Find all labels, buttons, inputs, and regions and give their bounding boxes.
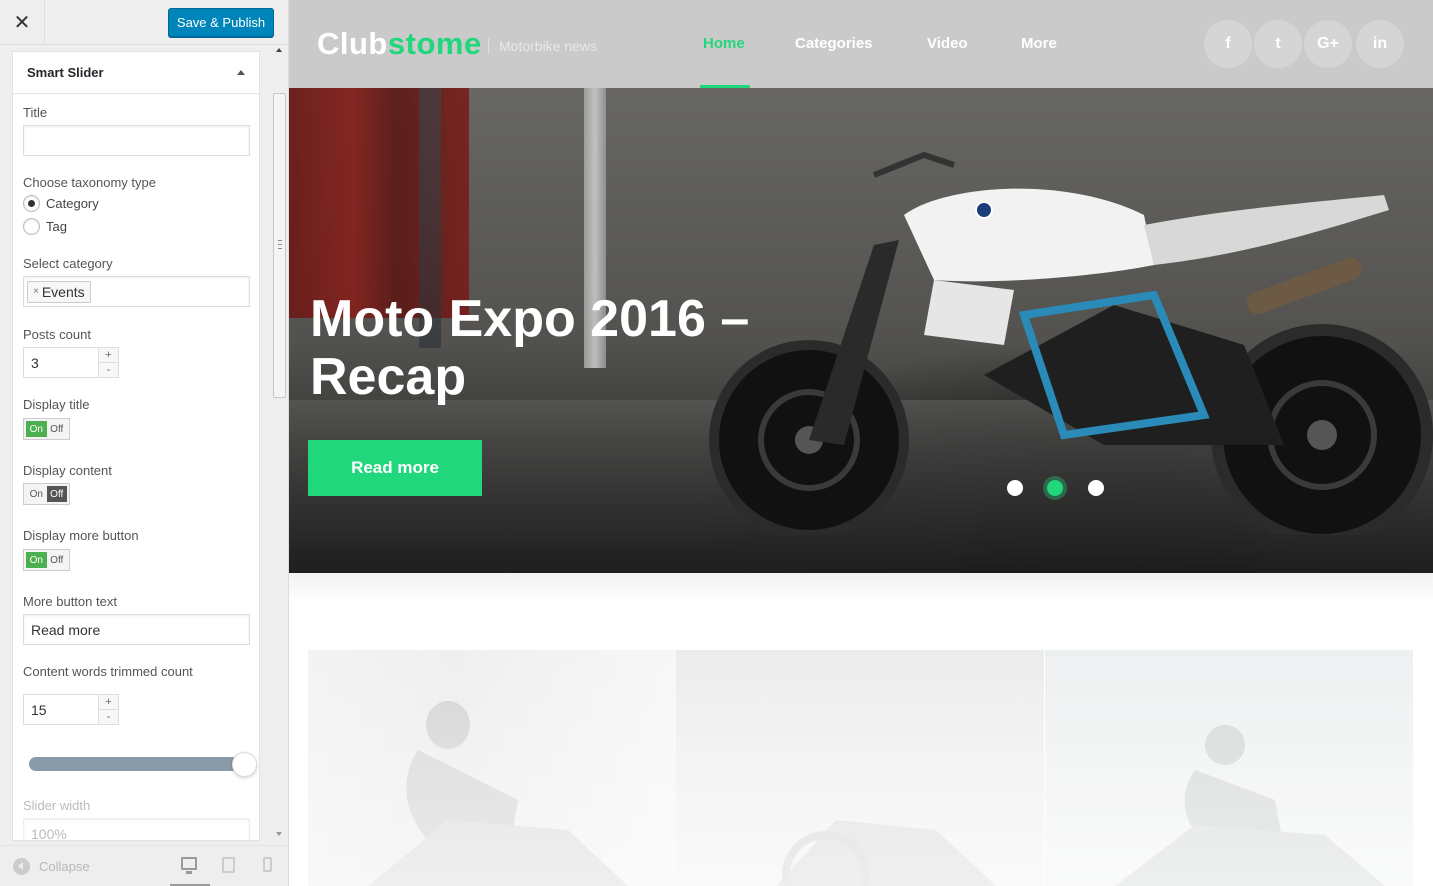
more-text-label: More button text (23, 594, 117, 609)
title-input[interactable] (23, 125, 250, 156)
logo-text-2: stome (387, 26, 482, 61)
decrement-button[interactable]: - (99, 363, 118, 377)
toggle-on-label: On (26, 552, 47, 568)
desktop-preview-icon[interactable] (181, 857, 197, 874)
category-tag[interactable]: × Events (27, 280, 91, 303)
posts-count-label: Posts count (23, 327, 91, 342)
display-title-toggle[interactable]: On Off (23, 418, 70, 440)
site-tagline: Motorbike news (488, 38, 597, 54)
display-content-toggle[interactable]: On Off (23, 483, 70, 505)
twitter-icon[interactable]: t (1254, 20, 1302, 68)
card-overlay (308, 650, 676, 886)
slider-width-input[interactable]: 100% (23, 818, 250, 840)
customizer-header: ✕ Save & Publish (0, 0, 288, 45)
display-content-label: Display content (23, 463, 112, 478)
trim-value[interactable]: 15 (24, 695, 98, 724)
background-wall (289, 88, 469, 318)
panel-title: Smart Slider (27, 65, 104, 80)
category-select[interactable]: × Events (23, 276, 250, 307)
taxonomy-label: Choose taxonomy type (23, 175, 156, 190)
grip-icon (278, 240, 282, 249)
linkedin-icon[interactable]: in (1356, 20, 1404, 68)
collapse-label: Collapse (39, 859, 90, 874)
slider-dot-1[interactable] (1007, 480, 1023, 496)
hero-title[interactable]: Moto Expo 2016 – Recap (310, 290, 830, 406)
read-more-button[interactable]: Read more (308, 440, 482, 496)
increment-button[interactable]: + (99, 695, 118, 710)
customizer-footer: Collapse (0, 845, 288, 886)
radio-tag[interactable]: Tag (23, 218, 67, 235)
toggle-off-label: Off (50, 554, 64, 566)
toggle-on-label: On (29, 488, 43, 500)
display-title-label: Display title (23, 397, 90, 412)
range-slider-track[interactable] (29, 757, 239, 771)
nav-more[interactable]: More (1021, 35, 1057, 52)
nav-home[interactable]: Home (703, 35, 745, 52)
collapse-arrow-icon (13, 858, 30, 875)
radio-unchecked-icon[interactable] (23, 218, 40, 235)
category-tag-label: Events (41, 283, 85, 300)
logo-text-1: Club (317, 26, 388, 61)
nav-active-indicator (700, 85, 750, 88)
card-overlay (1045, 650, 1413, 886)
toggle-off-label: Off (46, 486, 67, 502)
posts-count-stepper[interactable]: 3 + - (23, 347, 119, 378)
increment-button[interactable]: + (99, 348, 118, 363)
nav-video[interactable]: Video (927, 35, 968, 52)
google-plus-icon[interactable]: G+ (1304, 20, 1352, 68)
smart-slider-panel: Smart Slider Title Choose taxonomy type … (12, 51, 260, 841)
trim-label: Content words trimmed count (23, 664, 193, 679)
post-card[interactable] (1045, 650, 1413, 886)
display-more-toggle[interactable]: On Off (23, 549, 70, 571)
display-more-label: Display more button (23, 528, 139, 543)
site-logo[interactable]: Clubstome (317, 26, 482, 62)
toggle-on-label: On (26, 421, 47, 437)
radio-category[interactable]: Category (23, 195, 99, 212)
toggle-off-label: Off (50, 423, 64, 435)
remove-tag-icon[interactable]: × (33, 286, 39, 297)
panel-header[interactable]: Smart Slider (13, 52, 259, 94)
radio-checked-icon[interactable] (23, 195, 40, 212)
site-header: Clubstome Motorbike news Home Categories… (289, 0, 1433, 88)
post-card[interactable] (676, 650, 1044, 886)
nav-categories[interactable]: Categories (795, 35, 873, 52)
more-text-input[interactable]: Read more (23, 614, 250, 645)
radio-category-label: Category (46, 196, 99, 211)
scroll-down-arrow-icon[interactable] (276, 832, 282, 836)
site-preview: Clubstome Motorbike news Home Categories… (289, 0, 1433, 886)
save-publish-button[interactable]: Save & Publish (168, 8, 274, 37)
trim-stepper[interactable]: 15 + - (23, 694, 119, 725)
scroll-up-arrow-icon[interactable] (276, 48, 282, 52)
caret-up-icon[interactable] (237, 70, 245, 75)
radio-tag-label: Tag (46, 219, 67, 234)
tablet-preview-icon[interactable] (222, 857, 235, 873)
hero-shadow (289, 573, 1433, 603)
slider-width-label: Slider width (23, 798, 91, 813)
facebook-icon[interactable]: f (1204, 20, 1252, 68)
slider-dot-2[interactable] (1047, 480, 1063, 496)
customizer-sidebar: ✕ Save & Publish Smart Slider Title Choo… (0, 0, 289, 886)
collapse-button[interactable]: Collapse (13, 858, 90, 875)
mobile-preview-icon[interactable] (263, 857, 272, 872)
scrollbar-thumb[interactable] (273, 93, 286, 398)
slider-dot-3[interactable] (1088, 480, 1104, 496)
decrement-button[interactable]: - (99, 710, 118, 724)
range-slider-handle[interactable] (232, 752, 257, 777)
category-label: Select category (23, 256, 113, 271)
title-label: Title (23, 105, 48, 120)
post-card[interactable] (308, 650, 676, 886)
close-icon[interactable]: ✕ (0, 0, 45, 44)
card-overlay (676, 650, 1044, 886)
posts-count-value[interactable]: 3 (24, 348, 98, 377)
